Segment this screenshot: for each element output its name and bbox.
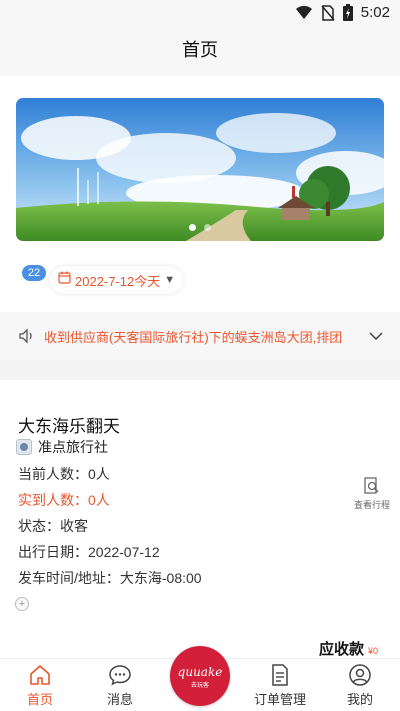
receivable: 应收款 ¥0 — [319, 638, 378, 659]
tab-profile[interactable]: 我的 — [330, 663, 390, 708]
calendar-icon — [58, 271, 71, 289]
current-count: 当前人数：0人 — [18, 466, 110, 482]
profile-icon — [330, 663, 390, 687]
view-itinerary-label: 查看行程 — [353, 500, 390, 510]
carousel-dots — [16, 224, 384, 231]
tab-orders-label: 订单管理 — [253, 692, 306, 707]
order-icon — [250, 663, 310, 687]
agency-icon — [16, 439, 32, 455]
brand-subtitle: 去玩客 — [190, 683, 209, 689]
app-header: 首页 — [0, 28, 400, 76]
tab-profile-label: 我的 — [346, 692, 373, 707]
tab-home[interactable]: 首页 — [10, 663, 70, 708]
tab-home-label: 首页 — [26, 692, 53, 707]
page-title: 首页 — [182, 40, 218, 60]
tab-messages-label: 消息 — [106, 692, 133, 707]
arrived-count: 实到人数：0人 — [18, 492, 110, 508]
tab-orders[interactable]: 订单管理 — [250, 663, 310, 708]
status-time: 5:02 — [360, 4, 390, 21]
home-icon — [10, 663, 70, 687]
banner-carousel[interactable] — [16, 98, 384, 241]
receivable-amount: ¥0 — [367, 646, 378, 656]
departure-date: 出行日期：2022-07-12 — [18, 544, 160, 560]
trip-title: 大东海乐翻天 — [18, 417, 120, 436]
itinerary-icon — [352, 476, 392, 496]
status-bar: 5:02 — [0, 0, 400, 28]
center-action-button[interactable]: quuake 去玩客 — [170, 646, 230, 706]
battery-icon — [342, 4, 353, 21]
date-count-badge: 22 — [22, 265, 46, 281]
brand-logo: quuake — [177, 665, 223, 679]
chevron-down-icon[interactable] — [368, 328, 384, 349]
plus-icon[interactable]: + — [15, 597, 29, 611]
trip-status: 状态：收客 — [18, 518, 88, 534]
carousel-dot-1[interactable] — [189, 224, 196, 231]
pickup-info: 发车时间/地址：大东海-08:00 — [18, 570, 202, 586]
notice-text: 收到供应商(天客国际旅行社)下的蜈支洲岛大团,排团 — [44, 329, 343, 345]
date-label: 2022-7-12今天 — [75, 273, 161, 289]
tab-messages[interactable]: 消息 — [90, 663, 150, 708]
speaker-icon — [18, 327, 36, 345]
notice-bar[interactable]: 收到供应商(天客国际旅行社)下的蜈支洲岛大团,排团 — [0, 312, 400, 360]
no-sim-icon — [321, 4, 335, 21]
date-selector[interactable]: 2022-7-12今天 ▼ — [50, 266, 184, 294]
agency-name: 准点旅行社 — [38, 439, 108, 455]
agency-row: 准点旅行社 — [16, 437, 108, 457]
view-itinerary-button[interactable]: 查看行程 — [352, 476, 392, 511]
receivable-label: 应收款 — [318, 641, 364, 658]
banner-image — [16, 98, 384, 241]
message-icon — [90, 663, 150, 687]
carousel-dot-2[interactable] — [204, 224, 211, 231]
wifi-icon — [295, 5, 313, 20]
caret-down-icon: ▼ — [164, 274, 176, 286]
